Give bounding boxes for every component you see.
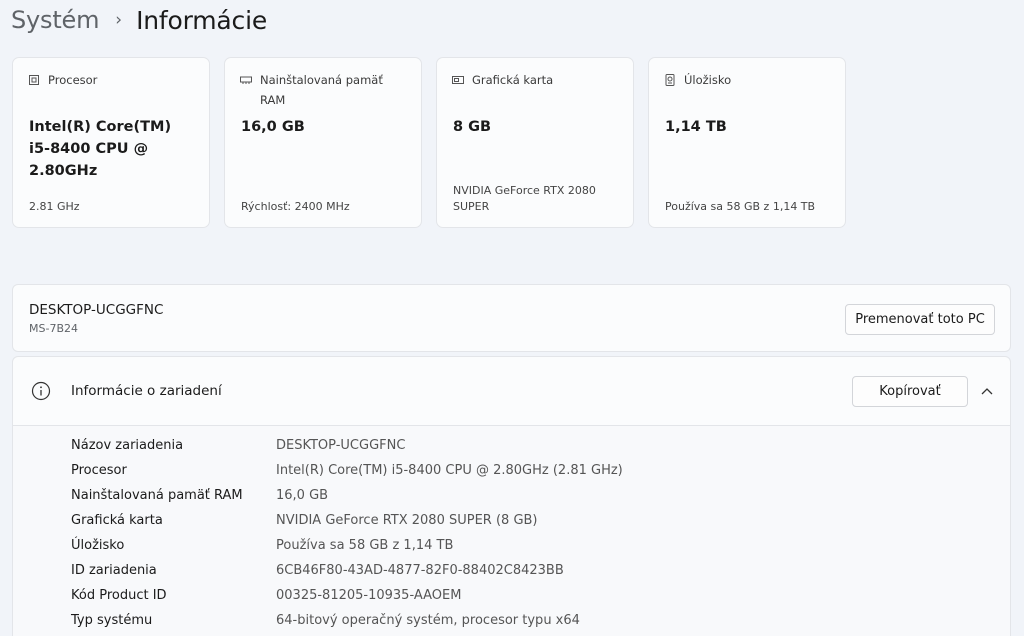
spec-label: Názov zariadenia: [71, 437, 184, 453]
device-info-header[interactable]: Informácie o zariadení Kopírovať: [13, 357, 1010, 426]
card-subtext: NVIDIA GeForce RTX 2080 SUPER: [453, 184, 596, 213]
card-value: 8 GB: [453, 119, 492, 135]
graphics-card: Grafická karta 8 GB NVIDIA GeForce RTX 2…: [436, 57, 634, 228]
breadcrumb-parent-system[interactable]: Systém: [11, 6, 99, 34]
about-page: Systém › Informácie Procesor Intel(R) Co…: [0, 0, 1024, 636]
spec-row: Procesor Intel(R) Core(TM) i5-8400 CPU @…: [71, 459, 623, 481]
device-info-title: Informácie o zariadení: [71, 383, 222, 399]
card-title: Úložisko: [684, 73, 732, 87]
device-name-panel: DESKTOP-UCGGFNC MS-7B24 Premenovať toto …: [12, 284, 1011, 352]
spec-value: 64-bitový operačný systém, procesor typu…: [276, 612, 580, 628]
spec-label: Grafická karta: [71, 512, 163, 528]
card-subtext: Používa sa 58 GB z 1,14 TB: [665, 200, 816, 213]
ram-icon: [240, 76, 252, 84]
spec-value: 00325-81205-10935-AAOEM: [276, 587, 462, 603]
rename-pc-button[interactable]: Premenovať toto PC: [845, 304, 995, 335]
spec-label: Procesor: [71, 462, 127, 478]
page-title: Informácie: [136, 5, 268, 35]
device-info-panel: Informácie o zariadení Kopírovať Názov z…: [12, 356, 1011, 636]
spec-value: DESKTOP-UCGGFNC: [276, 437, 406, 453]
processor-icon: [29, 75, 39, 85]
spec-value: Používa sa 58 GB z 1,14 TB: [276, 537, 454, 553]
spec-value: 16,0 GB: [276, 487, 329, 503]
spec-row: Nainštalovaná pamäť RAM 16,0 GB: [71, 484, 328, 506]
spec-row: Grafická karta NVIDIA GeForce RTX 2080 S…: [71, 509, 538, 531]
chevron-up-icon[interactable]: [979, 383, 995, 399]
processor-card: Procesor Intel(R) Core(TM) i5-8400 CPU @…: [12, 57, 210, 228]
card-title: Grafická karta: [472, 73, 554, 87]
spec-value: Intel(R) Core(TM) i5-8400 CPU @ 2.80GHz …: [276, 462, 623, 478]
card-subtext: 2.81 GHz: [29, 200, 80, 213]
card-value: 16,0 GB: [241, 119, 305, 135]
spec-row: Názov zariadenia DESKTOP-UCGGFNC: [71, 434, 405, 456]
spec-value: NVIDIA GeForce RTX 2080 SUPER (8 GB): [276, 512, 538, 528]
spec-row: ID zariadenia 6CB46F80-43AD-4877-82F0-88…: [71, 559, 564, 581]
card-title: Procesor: [48, 73, 98, 87]
spec-row: Typ systému 64-bitový operačný systém, p…: [71, 609, 580, 631]
spec-label: Nainštalovaná pamäť RAM: [71, 487, 243, 503]
card-value: Intel(R) Core(TM) i5-8400 CPU @ 2.80GHz: [29, 119, 172, 179]
card-subtext: Rýchlosť: 2400 MHz: [241, 200, 350, 213]
spec-value: 6CB46F80-43AD-4877-82F0-88402C8423BB: [276, 562, 564, 578]
card-value: 1,14 TB: [665, 119, 727, 135]
spec-label: Kód Product ID: [71, 587, 167, 603]
spec-label: ID zariadenia: [71, 562, 157, 578]
info-icon: [31, 381, 51, 401]
device-name: DESKTOP-UCGGFNC: [29, 302, 164, 318]
card-title: Nainštalovaná pamäť RAM: [260, 73, 383, 107]
spec-label: Úložisko: [71, 537, 125, 553]
spec-row: Kód Product ID 00325-81205-10935-AAOEM: [71, 584, 461, 606]
device-model: MS-7B24: [29, 322, 78, 335]
spec-row: Úložisko Používa sa 58 GB z 1,14 TB: [71, 534, 453, 556]
breadcrumb-separator: ›: [115, 10, 123, 30]
storage-icon: [665, 74, 675, 86]
breadcrumb: Systém › Informácie: [11, 2, 267, 38]
ram-card: Nainštalovaná pamäť RAM 16,0 GB Rýchlosť…: [224, 57, 422, 228]
graphics-card-icon: [452, 76, 464, 84]
spec-label: Typ systému: [71, 612, 153, 628]
storage-card: Úložisko 1,14 TB Používa sa 58 GB z 1,14…: [648, 57, 846, 228]
copy-button[interactable]: Kopírovať: [852, 376, 968, 407]
